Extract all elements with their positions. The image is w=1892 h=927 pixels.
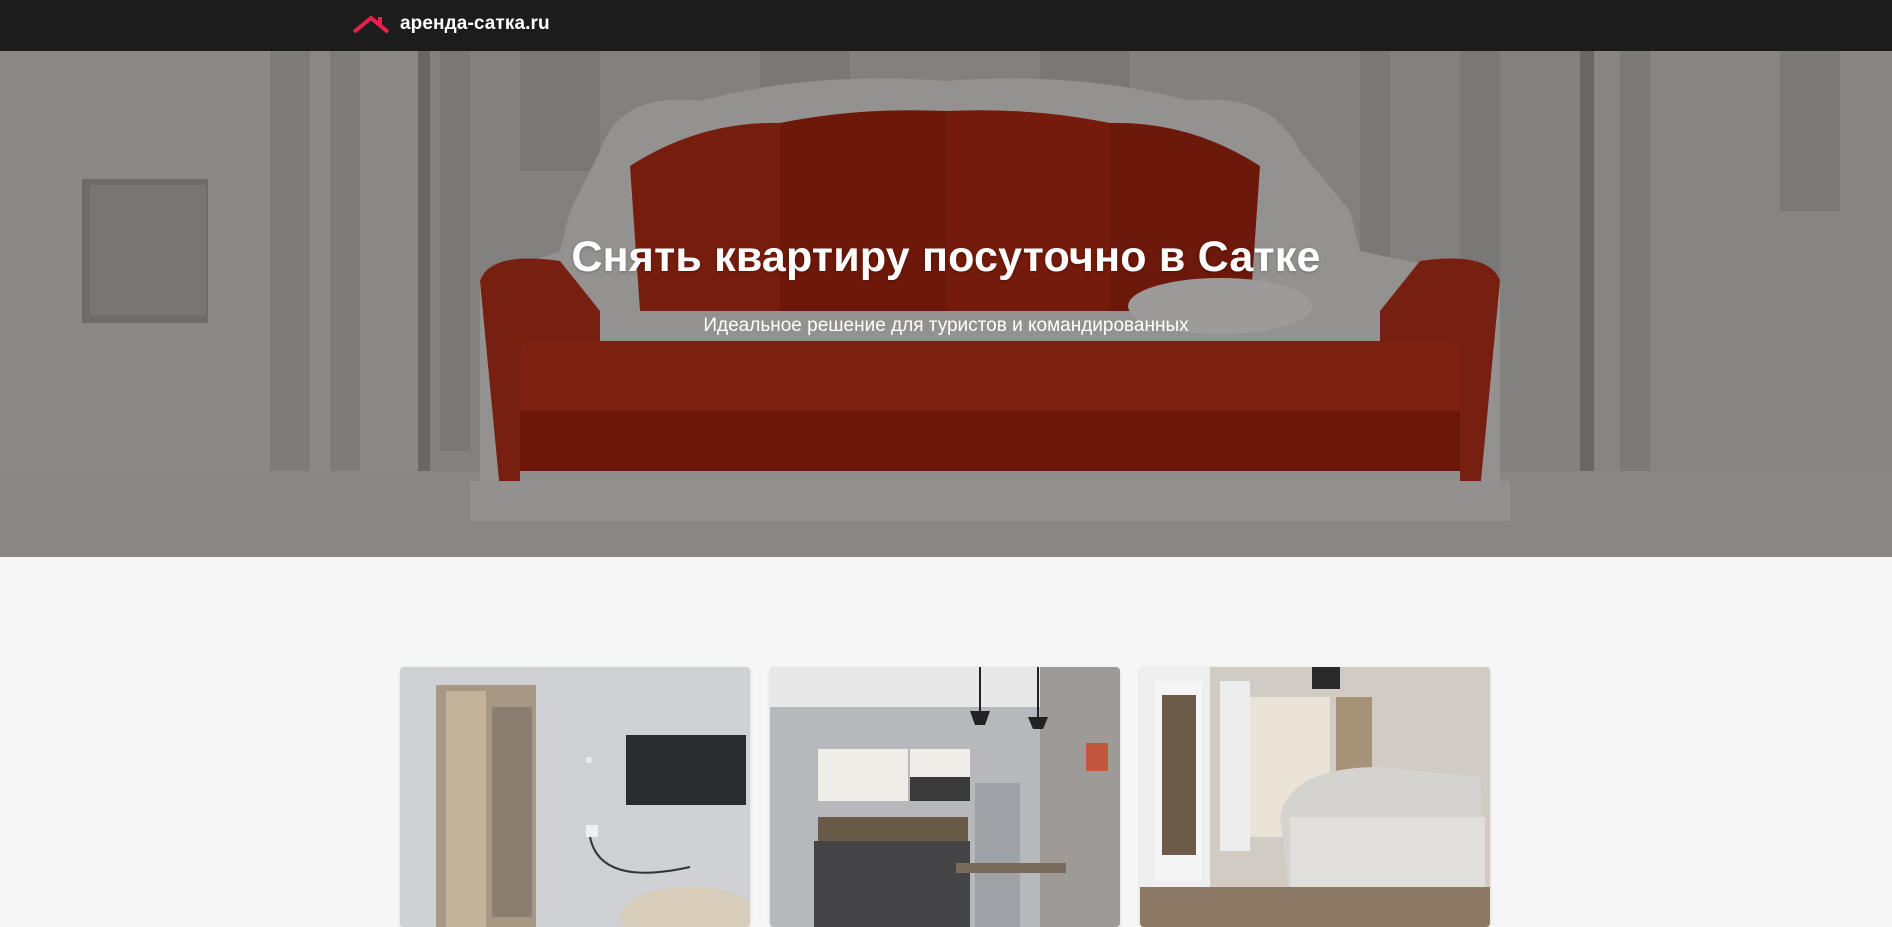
apartment-photo <box>770 667 1120 927</box>
hero-dark-overlay <box>0 51 1892 557</box>
listing-card[interactable] <box>1140 667 1490 927</box>
apartment-photo <box>1140 667 1490 927</box>
site-logo-text: аренда-сатка.ru <box>400 13 550 34</box>
top-bar: аренда-сатка.ru <box>0 0 1892 51</box>
listings-section <box>0 667 1892 927</box>
hero-subtitle: Идеальное решение для туристов и команди… <box>703 315 1189 336</box>
apartment-photo <box>400 667 750 927</box>
listing-card[interactable] <box>400 667 750 927</box>
roof-icon <box>352 15 390 34</box>
hero-banner: Снять квартиру посуточно в Сатке Идеальн… <box>0 51 1892 557</box>
hero-title: Снять квартиру посуточно в Сатке <box>571 233 1321 281</box>
listing-card[interactable] <box>770 667 1120 927</box>
site-logo-link[interactable]: аренда-сатка.ru <box>352 11 550 37</box>
